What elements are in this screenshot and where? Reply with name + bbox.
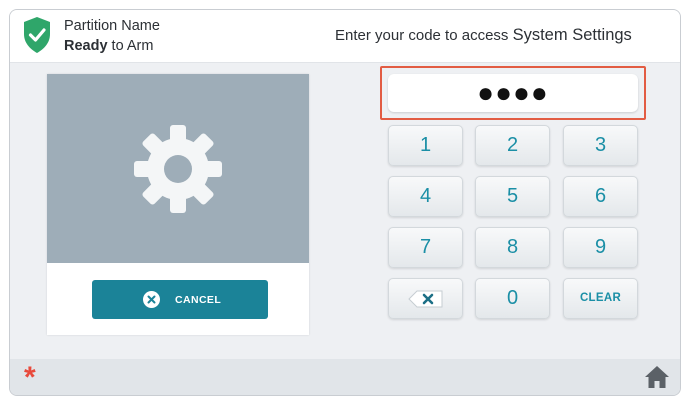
key-7[interactable]: 7: [388, 227, 463, 268]
code-prompt: Enter your code to access System Setting…: [335, 26, 632, 45]
backspace-button[interactable]: [388, 278, 463, 319]
key-6[interactable]: 6: [563, 176, 638, 217]
settings-card: CANCEL: [47, 74, 309, 335]
partition-status: Ready to Arm: [64, 38, 153, 54]
shield-check-icon: [24, 17, 50, 53]
key-8[interactable]: 8: [475, 227, 550, 268]
cancel-button[interactable]: CANCEL: [92, 280, 268, 319]
prompt-target: System Settings: [512, 26, 632, 44]
footer-bar: *: [10, 359, 680, 395]
cancel-label: CANCEL: [175, 294, 222, 306]
status-bold: Ready: [64, 38, 108, 54]
key-5[interactable]: 5: [475, 176, 550, 217]
gear-icon: [134, 125, 222, 213]
prompt-prefix: Enter your code to access: [335, 27, 513, 44]
home-icon[interactable]: [644, 365, 670, 389]
header-bar: Partition Name Ready to Arm Enter your c…: [10, 10, 680, 63]
emergency-asterisk-button[interactable]: *: [24, 363, 36, 393]
backspace-icon: [408, 290, 443, 308]
key-2[interactable]: 2: [475, 125, 550, 166]
key-4[interactable]: 4: [388, 176, 463, 217]
code-display-field[interactable]: ●●●●: [388, 74, 638, 112]
partition-name: Partition Name: [64, 18, 160, 34]
code-entry-highlight: ●●●●: [380, 66, 646, 120]
settings-image-panel: [47, 74, 309, 263]
key-1[interactable]: 1: [388, 125, 463, 166]
clear-button[interactable]: CLEAR: [563, 278, 638, 319]
key-9[interactable]: 9: [563, 227, 638, 268]
app-window: Partition Name Ready to Arm Enter your c…: [9, 9, 681, 396]
key-0[interactable]: 0: [475, 278, 550, 319]
close-circle-icon: [143, 291, 160, 308]
key-3[interactable]: 3: [563, 125, 638, 166]
status-rest: to Arm: [107, 38, 154, 54]
